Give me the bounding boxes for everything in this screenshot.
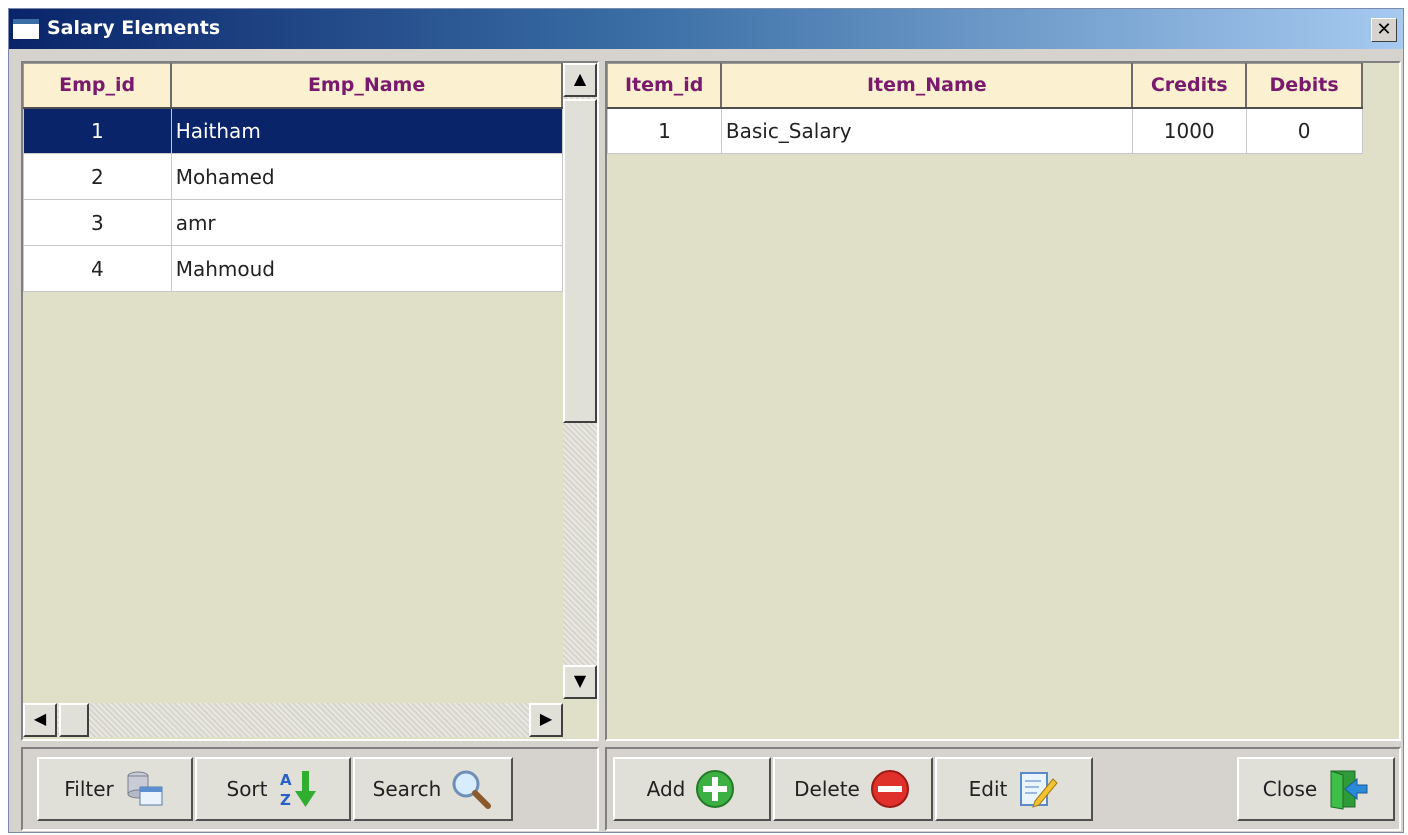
emp-name-cell[interactable]: Haitham bbox=[170, 107, 563, 154]
edit-icon bbox=[1015, 767, 1059, 811]
employee-header-row: Emp_id Emp_Name bbox=[23, 63, 563, 109]
edit-button[interactable]: Edit bbox=[935, 757, 1093, 821]
item-name-cell[interactable]: Basic_Salary bbox=[720, 107, 1133, 154]
add-icon bbox=[693, 767, 737, 811]
employee-vertical-scrollbar[interactable]: ▲ ▼ bbox=[563, 63, 597, 699]
add-button-label: Add bbox=[646, 777, 686, 801]
filter-icon bbox=[122, 767, 166, 811]
scroll-right-button[interactable]: ▶ bbox=[529, 703, 563, 737]
emp-name-cell[interactable]: Mohamed bbox=[170, 153, 563, 200]
emp-id-cell[interactable]: 1 bbox=[23, 107, 172, 154]
item-name-column-header[interactable]: Item_Name bbox=[720, 63, 1134, 109]
emp-id-column-header[interactable]: Emp_id bbox=[23, 63, 173, 109]
filter-button-label: Filter bbox=[64, 777, 114, 801]
emp-id-cell[interactable]: 3 bbox=[23, 199, 172, 246]
emp-id-cell[interactable]: 2 bbox=[23, 153, 172, 200]
employee-row[interactable]: 3 amr bbox=[23, 199, 563, 246]
search-button[interactable]: Search bbox=[353, 757, 513, 821]
close-button[interactable]: Close bbox=[1237, 757, 1395, 821]
debits-column-header[interactable]: Debits bbox=[1245, 63, 1363, 109]
debits-cell[interactable]: 0 bbox=[1245, 107, 1363, 154]
employee-table: Emp_id Emp_Name 1 Haitham 2 Mohamed 3 am… bbox=[23, 63, 563, 292]
close-button-label: Close bbox=[1262, 777, 1318, 801]
sort-az-icon: AZ bbox=[276, 767, 320, 811]
delete-icon bbox=[868, 767, 912, 811]
salary-items-table: Item_id Item_Name Credits Debits 1 Basic… bbox=[607, 63, 1363, 154]
search-icon bbox=[449, 767, 493, 811]
sort-button-label: Sort bbox=[226, 777, 268, 801]
item-id-column-header[interactable]: Item_id bbox=[607, 63, 723, 109]
svg-text:Z: Z bbox=[280, 791, 291, 809]
window-title: Salary Elements bbox=[47, 17, 221, 39]
employee-grid-panel: Emp_id Emp_Name 1 Haitham 2 Mohamed 3 am… bbox=[21, 61, 599, 741]
salary-item-row[interactable]: 1 Basic_Salary 1000 0 bbox=[607, 107, 1363, 154]
filter-button[interactable]: Filter bbox=[37, 757, 193, 821]
employee-toolbar: Filter Sort AZ Search bbox=[21, 747, 599, 831]
delete-button-label: Delete bbox=[794, 777, 860, 801]
vertical-scroll-thumb[interactable] bbox=[563, 99, 597, 423]
add-button[interactable]: Add bbox=[613, 757, 771, 821]
svg-text:A: A bbox=[280, 771, 292, 789]
credits-column-header[interactable]: Credits bbox=[1131, 63, 1248, 109]
employee-row[interactable]: 2 Mohamed bbox=[23, 153, 563, 200]
delete-button[interactable]: Delete bbox=[773, 757, 933, 821]
employee-horizontal-scrollbar[interactable]: ◀ ▶ bbox=[23, 703, 563, 737]
item-id-cell[interactable]: 1 bbox=[607, 107, 722, 154]
window-icon bbox=[13, 19, 39, 39]
title-bar[interactable]: Salary Elements ✕ bbox=[9, 9, 1403, 49]
search-button-label: Search bbox=[372, 777, 442, 801]
exit-door-icon bbox=[1325, 767, 1369, 811]
sort-button[interactable]: Sort AZ bbox=[195, 757, 351, 821]
scroll-down-button[interactable]: ▼ bbox=[563, 665, 597, 699]
emp-name-cell[interactable]: amr bbox=[170, 199, 563, 246]
scroll-up-button[interactable]: ▲ bbox=[563, 63, 597, 97]
horizontal-scroll-thumb[interactable] bbox=[59, 703, 89, 737]
employee-row[interactable]: 1 Haitham bbox=[23, 107, 563, 154]
salary-items-panel: Item_id Item_Name Credits Debits 1 Basic… bbox=[605, 61, 1401, 741]
emp-name-cell[interactable]: Mahmoud bbox=[170, 245, 563, 292]
credits-cell[interactable]: 1000 bbox=[1131, 107, 1247, 154]
items-toolbar: Add Delete Edit Close bbox=[605, 747, 1401, 831]
emp-id-cell[interactable]: 4 bbox=[23, 245, 172, 292]
scroll-left-button[interactable]: ◀ bbox=[23, 703, 57, 737]
edit-button-label: Edit bbox=[968, 777, 1008, 801]
emp-name-column-header[interactable]: Emp_Name bbox=[170, 63, 563, 109]
salary-elements-window: Salary Elements ✕ Emp_id Emp_Name 1 Hait… bbox=[8, 8, 1404, 833]
items-header-row: Item_id Item_Name Credits Debits bbox=[607, 63, 1363, 109]
employee-row[interactable]: 4 Mahmoud bbox=[23, 245, 563, 292]
close-window-button[interactable]: ✕ bbox=[1371, 18, 1397, 42]
